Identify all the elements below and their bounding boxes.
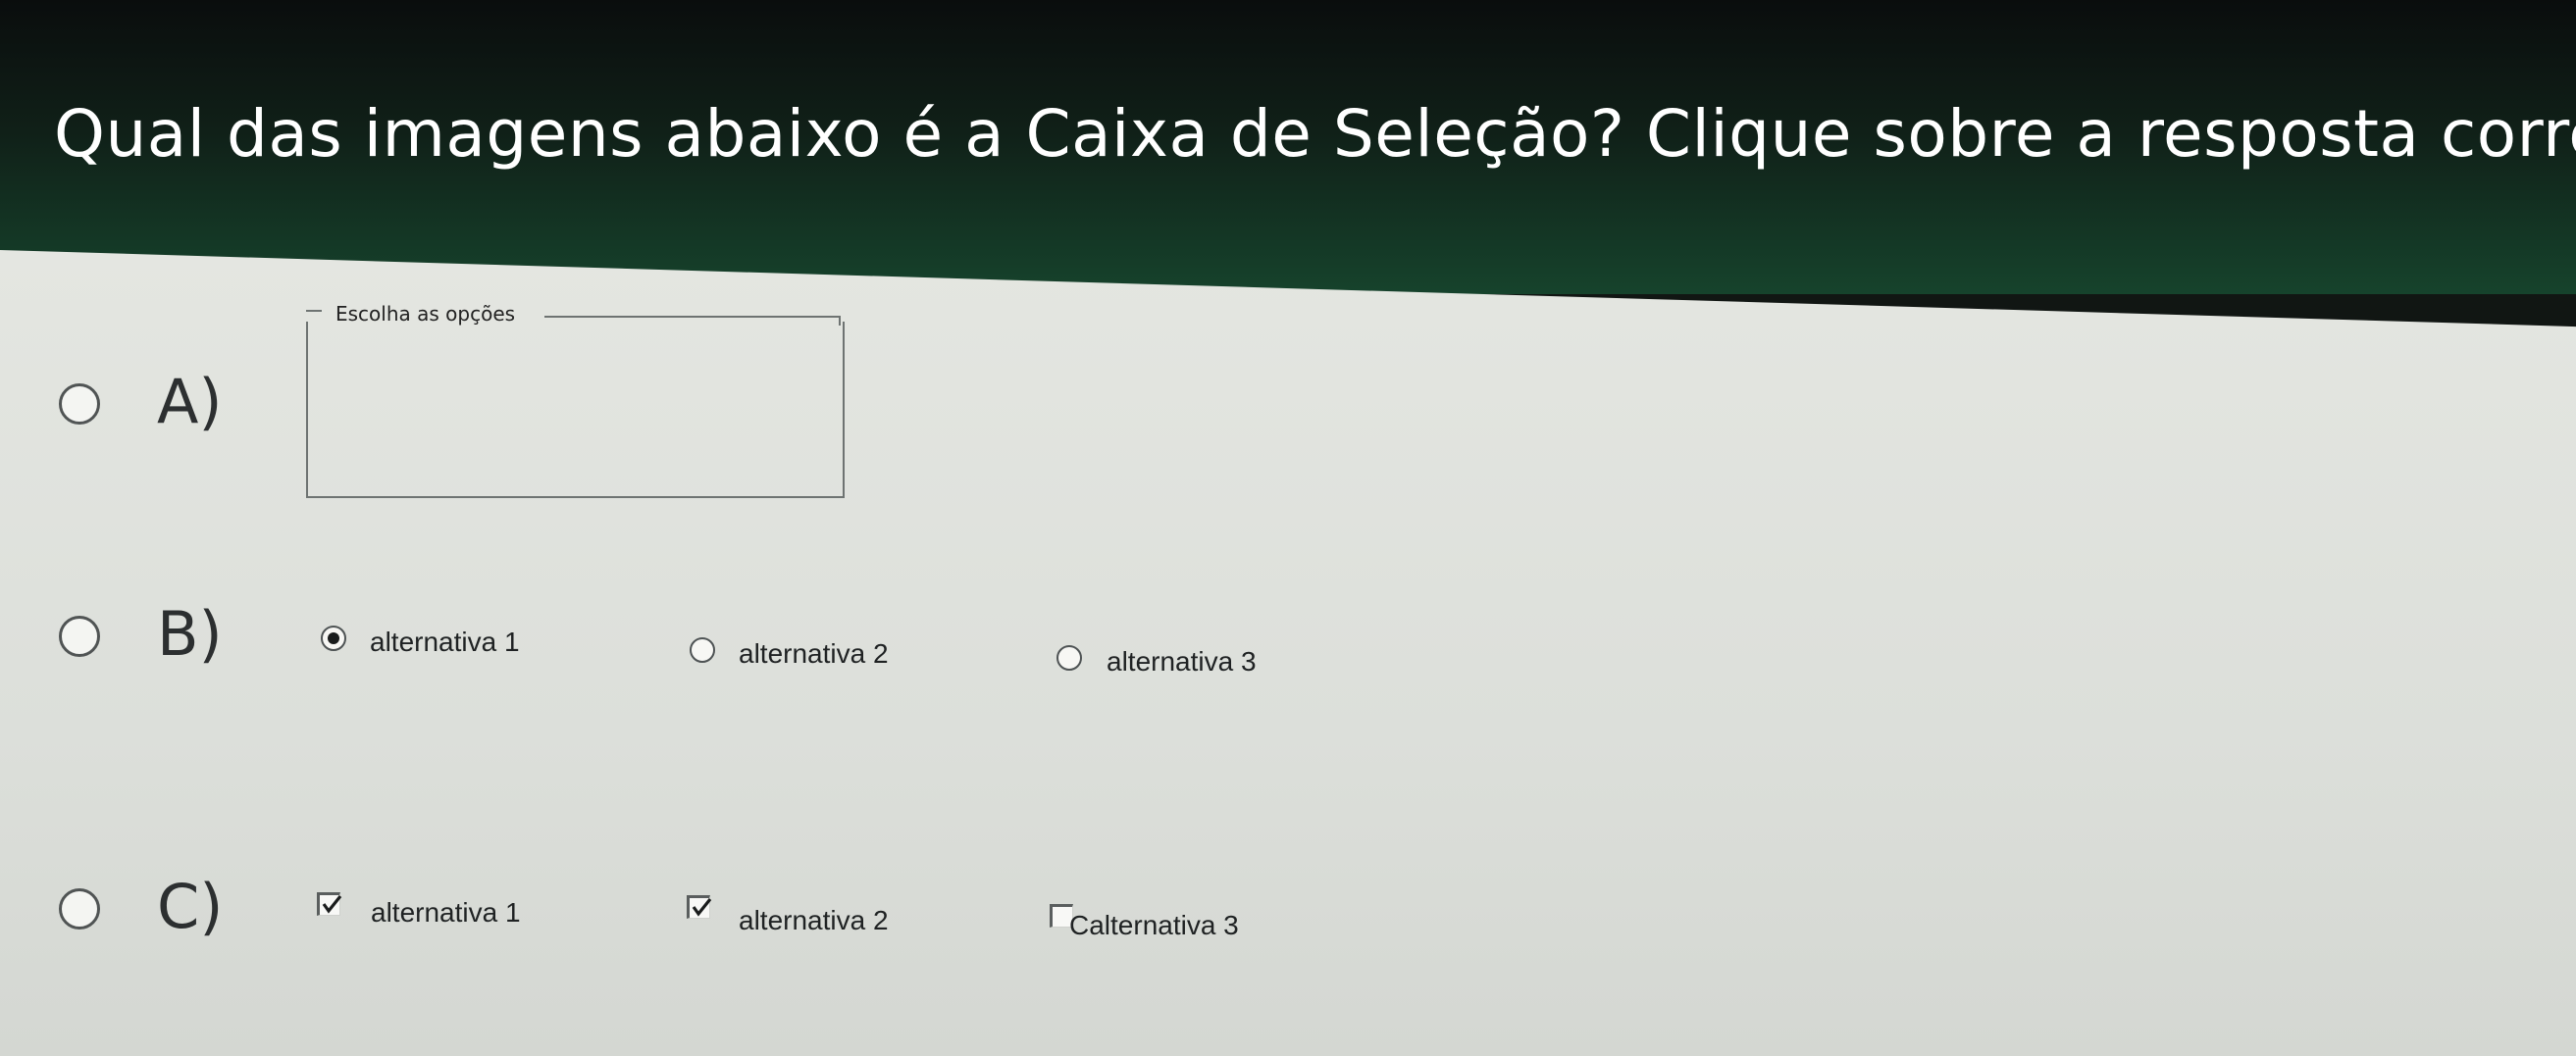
groupbox-top-left-border [306, 310, 322, 312]
radio-icon-alternativa-1 [321, 626, 346, 651]
checkbox-label-alternativa-2: alternativa 2 [739, 905, 889, 935]
option-c-radio-icon[interactable] [59, 888, 100, 930]
checkbox-icon-alternativa-1 [317, 892, 342, 916]
checkbox-label-alternativa-3: Calternativa 3 [1069, 910, 1239, 940]
option-a-radio-icon[interactable] [59, 383, 100, 425]
checkbox-icon-alternativa-2 [687, 895, 712, 919]
checkmark-icon [322, 895, 342, 914]
groupbox-top-right-border [544, 316, 841, 318]
checkbox-label-alternativa-1: alternativa 1 [371, 897, 521, 928]
option-b-radio-icon[interactable] [59, 616, 100, 657]
option-a-letter: A) [157, 366, 223, 437]
radio-icon-alternativa-3 [1056, 645, 1082, 671]
option-c-letter: C) [157, 871, 224, 942]
checkmark-icon [692, 898, 712, 917]
groupbox-right-corner [839, 316, 841, 326]
radio-label-alternativa-2: alternativa 2 [739, 638, 889, 669]
radio-icon-alternativa-2 [690, 637, 715, 663]
question-header: Qual das imagens abaixo é a Caixa de Sel… [0, 0, 2576, 294]
groupbox-frame [306, 322, 845, 498]
radio-label-alternativa-3: alternativa 3 [1107, 646, 1257, 677]
question-text: Qual das imagens abaixo é a Caixa de Sel… [54, 96, 2576, 172]
radio-label-alternativa-1: alternativa 1 [370, 627, 520, 657]
option-b-letter: B) [157, 598, 223, 670]
groupbox-label: Escolha as opções [335, 302, 516, 326]
